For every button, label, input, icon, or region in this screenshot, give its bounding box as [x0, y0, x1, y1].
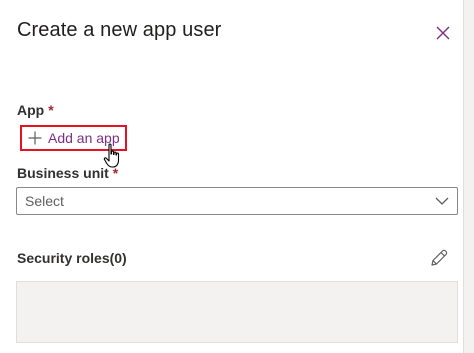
- close-icon: [436, 26, 450, 40]
- business-unit-label-text: Business unit: [17, 165, 109, 181]
- app-required-mark: *: [48, 102, 54, 118]
- business-unit-required-mark: *: [112, 165, 119, 181]
- app-label: App *: [17, 102, 54, 118]
- panel-title: Create a new app user: [17, 19, 222, 41]
- close-button[interactable]: [432, 22, 454, 44]
- app-label-text: App: [17, 102, 45, 118]
- plus-icon: [28, 131, 42, 145]
- business-unit-select[interactable]: Select: [16, 187, 458, 215]
- business-unit-label: Business unit *: [17, 165, 118, 181]
- chevron-down-icon: [435, 197, 449, 205]
- security-roles-label: Security roles(0): [17, 250, 127, 266]
- pencil-icon: [431, 249, 448, 266]
- business-unit-selected-value: Select: [25, 193, 64, 209]
- edit-security-roles-button[interactable]: [429, 248, 449, 268]
- create-app-user-panel: Create a new app user App * Add an app Bu…: [0, 0, 464, 353]
- security-roles-list: [16, 281, 458, 343]
